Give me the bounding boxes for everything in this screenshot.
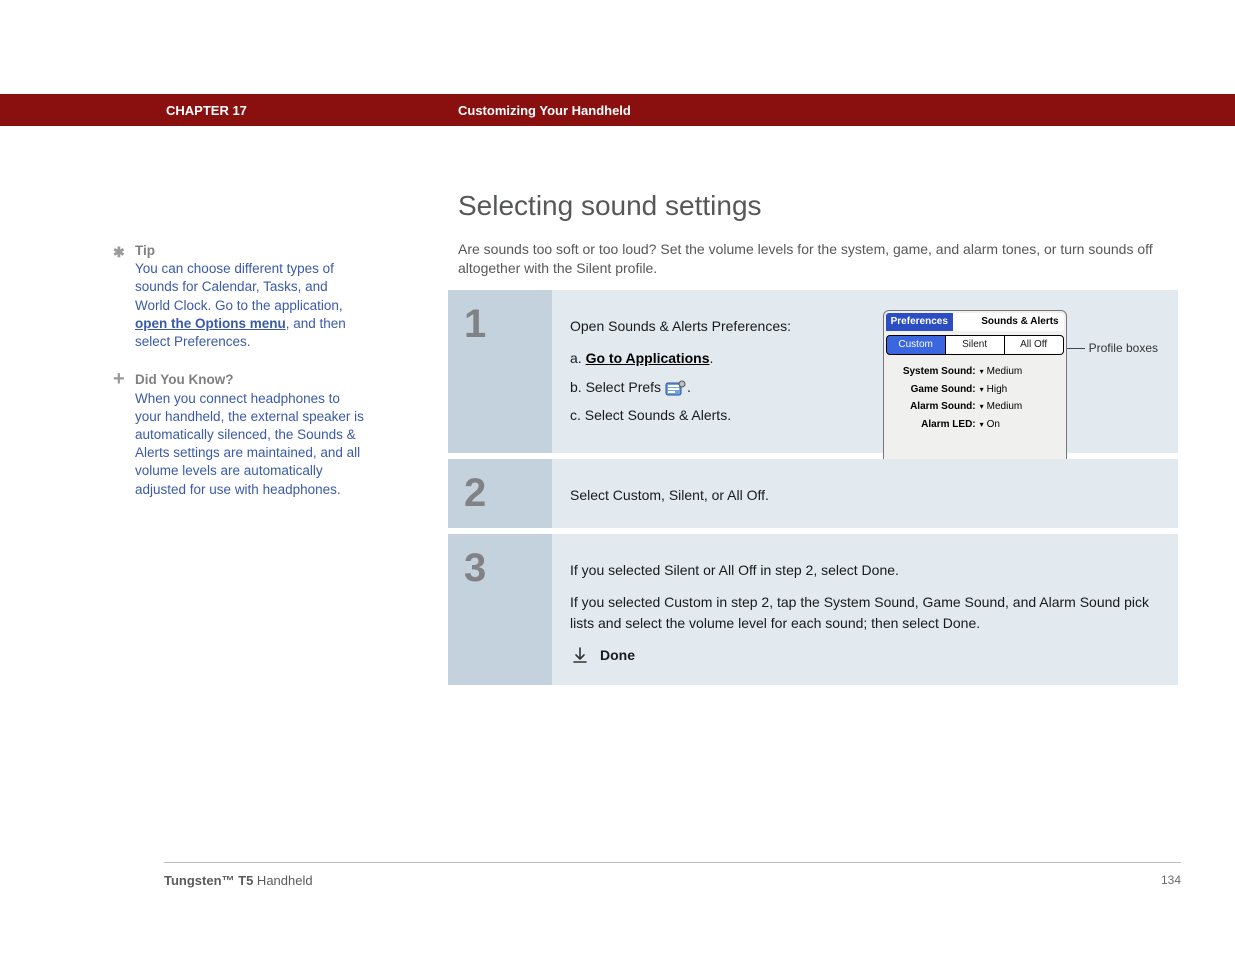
chapter-title: Customizing Your Handheld bbox=[458, 103, 631, 118]
tab-all-off[interactable]: All Off bbox=[1005, 335, 1064, 355]
callout-text: Profile boxes bbox=[1089, 340, 1158, 357]
step-3-number: 3 bbox=[448, 534, 552, 685]
step-3-p1: If you selected Silent or All Off in ste… bbox=[570, 560, 1158, 580]
chapter-label: CHAPTER 17 bbox=[166, 103, 247, 118]
step-2: 2 Select Custom, Silent, or All Off. bbox=[448, 459, 1178, 528]
game-sound-value[interactable]: High bbox=[980, 383, 1008, 398]
tip-link[interactable]: open the Options menu bbox=[135, 316, 286, 331]
footer-product: Tungsten™ T5 Handheld bbox=[164, 873, 313, 888]
steps-table: 1 Open Sounds & Alerts Preferences: a. G… bbox=[448, 290, 1178, 691]
tab-custom[interactable]: Custom bbox=[886, 335, 946, 355]
prefs-icon bbox=[665, 380, 687, 396]
profile-boxes: Custom Silent All Off bbox=[886, 335, 1064, 355]
step-1-number: 1 bbox=[448, 290, 552, 453]
step-3: 3 If you selected Silent or All Off in s… bbox=[448, 534, 1178, 685]
sidebar: Tip You can choose different types of so… bbox=[135, 242, 365, 519]
step-1-body: Open Sounds & Alerts Preferences: a. Go … bbox=[552, 290, 1178, 453]
chapter-header: CHAPTER 17 Customizing Your Handheld bbox=[0, 94, 1235, 126]
step-1b: b. Select Prefs . bbox=[570, 377, 840, 397]
done-row: Done bbox=[570, 645, 1158, 665]
alarm-led-value[interactable]: On bbox=[980, 418, 1000, 433]
game-sound-label: Game Sound: bbox=[892, 383, 980, 398]
step-1: 1 Open Sounds & Alerts Preferences: a. G… bbox=[448, 290, 1178, 453]
system-sound-label: System Sound: bbox=[892, 365, 980, 380]
footer: Tungsten™ T5 Handheld 134 bbox=[164, 862, 1181, 888]
dyk-text: When you connect headphones to your hand… bbox=[135, 391, 364, 497]
step-1a: a. Go to Applications. bbox=[570, 348, 840, 368]
step-2-number: 2 bbox=[448, 459, 552, 528]
step-1c: c. Select Sounds & Alerts. bbox=[570, 405, 840, 425]
intro-text: Are sounds too soft or too loud? Set the… bbox=[458, 240, 1178, 278]
dyk-icon bbox=[113, 371, 125, 391]
step-2-text: Select Custom, Silent, or All Off. bbox=[570, 487, 769, 503]
prefs-category: Sounds & Alerts bbox=[953, 313, 1064, 331]
step-1-intro: Open Sounds & Alerts Preferences: bbox=[570, 316, 840, 336]
alarm-sound-value[interactable]: Medium bbox=[980, 400, 1023, 415]
step-2-body: Select Custom, Silent, or All Off. bbox=[552, 459, 1178, 528]
alarm-led-label: Alarm LED: bbox=[892, 418, 980, 433]
prefs-title: Preferences bbox=[886, 313, 953, 331]
tip-text-before: You can choose different types of sounds… bbox=[135, 261, 343, 312]
page-title: Selecting sound settings bbox=[458, 190, 762, 222]
tip-label: Tip bbox=[135, 243, 155, 258]
step-3-body: If you selected Silent or All Off in ste… bbox=[552, 534, 1178, 685]
done-label: Done bbox=[600, 645, 635, 665]
dyk-block: Did You Know? When you connect headphone… bbox=[135, 371, 365, 499]
tip-block: Tip You can choose different types of so… bbox=[135, 242, 365, 351]
tip-icon bbox=[113, 242, 125, 260]
page-number: 134 bbox=[1161, 873, 1181, 888]
dyk-label: Did You Know? bbox=[135, 372, 234, 387]
step-3-p2: If you selected Custom in step 2, tap th… bbox=[570, 592, 1158, 633]
footer-product-bold: Tungsten™ T5 bbox=[164, 873, 253, 888]
tab-silent[interactable]: Silent bbox=[946, 335, 1005, 355]
callout: Profile boxes bbox=[1063, 340, 1158, 357]
go-to-applications-link[interactable]: Go to Applications bbox=[586, 350, 710, 366]
alarm-sound-label: Alarm Sound: bbox=[892, 400, 980, 415]
system-sound-value[interactable]: Medium bbox=[980, 365, 1023, 380]
done-arrow-icon bbox=[570, 645, 590, 665]
footer-product-rest: Handheld bbox=[253, 873, 312, 888]
